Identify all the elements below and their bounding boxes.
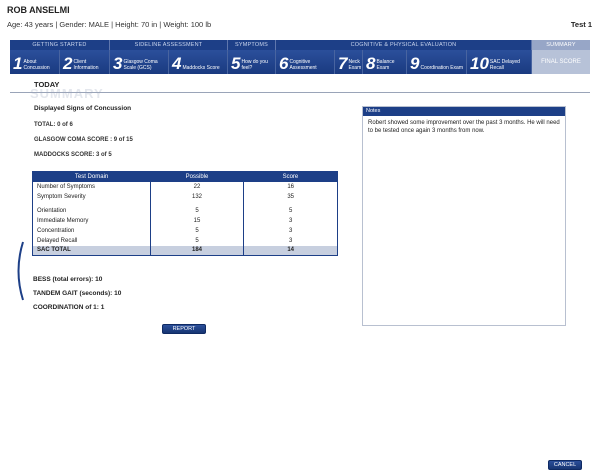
possible-cell: 132	[149, 191, 244, 202]
step-number: 1	[13, 54, 23, 73]
possible-cell: 5	[149, 225, 244, 236]
cancel-button[interactable]: CANCEL	[548, 460, 582, 470]
nav-group-getting-started: Getting Started	[10, 40, 110, 50]
step-label: Maddocks Score	[182, 65, 220, 71]
score-cell: 3	[243, 215, 338, 226]
score-cell: 3	[243, 235, 338, 246]
domain-cell: Immediate Memory	[37, 217, 89, 224]
possible-cell: 22	[149, 181, 244, 192]
step-label: Cognitive Assessment	[289, 59, 317, 71]
table-row: Symptom Severity 132 35	[33, 191, 338, 202]
step-label: Client Information	[73, 59, 99, 71]
step-number: 3	[113, 54, 123, 73]
domain-cell: Number of Symptoms	[37, 183, 96, 190]
sac-score-table: Test Domain Possible Score Number of Sym…	[32, 171, 338, 256]
domain-cell: Concentration	[37, 227, 75, 234]
step-neck-exam[interactable]: 7 Neck Exam	[335, 50, 363, 74]
domain-cell: Orientation	[37, 207, 67, 214]
step-number: 2	[63, 54, 73, 73]
section-divider	[10, 92, 590, 93]
step-how-do-you-feel[interactable]: 5 How do you feel?	[228, 50, 276, 74]
step-number: 9	[410, 54, 420, 73]
score-cell: 3	[243, 225, 338, 236]
step-glasgow-coma-scale[interactable]: 3 Glasgow Coma Scale (GCS)	[110, 50, 169, 74]
step-label: Neck Exam	[348, 59, 362, 71]
step-number: 5	[231, 54, 241, 73]
total-possible-cell: 184	[149, 245, 244, 256]
step-label: SAC Delayed Recall	[489, 59, 520, 71]
nav-steps: 1 About Concussion 2 Client Information …	[10, 50, 590, 74]
table-row: Delayed Recall 5 3	[33, 235, 338, 246]
possible-cell: 5	[149, 205, 244, 216]
step-label: Coordination Exam	[420, 65, 463, 71]
nav-group-summary: Summary	[532, 40, 590, 50]
today-heading: TODAY	[34, 80, 60, 89]
step-number: 10	[470, 54, 489, 73]
notes-panel[interactable]: Notes Robert showed some improvement ove…	[362, 106, 566, 326]
column-header: Possible	[150, 171, 244, 182]
step-client-information[interactable]: 2 Client Information	[60, 50, 110, 74]
step-balance-exam[interactable]: 8 Balance Exam	[363, 50, 407, 74]
step-cognitive-assessment[interactable]: 6 Cognitive Assessment	[276, 50, 335, 74]
step-number: 7	[338, 54, 348, 73]
nav-group-cognitive-physical: Cognitive & Physical Evaluation	[276, 40, 532, 50]
notes-text[interactable]: Robert showed some improvement over the …	[363, 116, 565, 138]
coordination-result: COORDINATION of 1: 1	[33, 304, 105, 311]
table-row: Orientation 5 5	[33, 205, 338, 216]
column-header: Test Domain	[32, 171, 151, 182]
bess-result: BESS (total errors): 10	[33, 276, 103, 283]
step-maddocks-score[interactable]: 4 Maddocks Score	[169, 50, 228, 74]
step-number: 6	[279, 54, 289, 73]
nav-group-bar: Getting Started Sideline Assessment Symp…	[10, 40, 590, 50]
possible-cell: 5	[149, 235, 244, 246]
step-label: Balance Exam	[376, 59, 395, 71]
nav-group-sideline-assessment: Sideline Assessment	[110, 40, 228, 50]
column-header: Score	[243, 171, 338, 182]
step-final-score[interactable]: FINAL SCORE	[532, 50, 590, 74]
patient-name: ROB ANSELMI	[7, 5, 70, 15]
nav-group-symptoms: Symptoms	[228, 40, 276, 50]
table-row: Number of Symptoms 22 16	[33, 181, 338, 192]
notes-title: Notes	[363, 107, 565, 116]
tandem-gait-result: TANDEM GAIT (seconds): 10	[33, 290, 122, 297]
table-row: Concentration 5 3	[33, 225, 338, 236]
possible-cell: 15	[149, 215, 244, 226]
previous-arrow-icon[interactable]	[12, 240, 26, 302]
table-header-row: Test Domain Possible Score	[32, 171, 338, 182]
step-label: FINAL SCORE	[541, 58, 581, 65]
step-label: About Concussion	[23, 59, 50, 71]
step-label: Glasgow Coma Scale (GCS)	[123, 59, 158, 71]
domain-cell: Symptom Severity	[37, 193, 86, 200]
score-cell: 5	[243, 205, 338, 216]
step-coordination-exam[interactable]: 9 Coordination Exam	[407, 50, 467, 74]
maddocks-score: MADDOCKS SCORE: 3 of 5	[34, 152, 112, 158]
score-cell: 16	[243, 181, 338, 192]
step-number: 4	[172, 54, 182, 73]
patient-info: Age: 43 years | Gender: MALE | Height: 7…	[7, 20, 212, 29]
table-row: Immediate Memory 15 3	[33, 215, 338, 226]
sac-total-row: SAC TOTAL 184 14	[32, 245, 338, 256]
domain-cell: Delayed Recall	[37, 237, 78, 244]
score-cell: 35	[243, 191, 338, 202]
signs-total: TOTAL: 0 of 6	[34, 122, 73, 128]
total-label-cell: SAC TOTAL	[32, 245, 151, 256]
step-number: 8	[366, 54, 376, 73]
total-score-cell: 14	[243, 245, 338, 256]
report-button[interactable]: REPORT	[162, 324, 206, 334]
assessment-navigation: Getting Started Sideline Assessment Symp…	[10, 40, 590, 74]
test-label: Test 1	[570, 20, 592, 29]
step-sac-delayed-recall[interactable]: 10 SAC Delayed Recall	[467, 50, 532, 74]
glasgow-score: GLASGOW COMA SCORE : 9 of 15	[34, 137, 133, 143]
step-label: How do you feel?	[241, 59, 268, 71]
step-about-concussion[interactable]: 1 About Concussion	[10, 50, 60, 74]
signs-heading: Displayed Signs of Concussion	[34, 105, 132, 112]
